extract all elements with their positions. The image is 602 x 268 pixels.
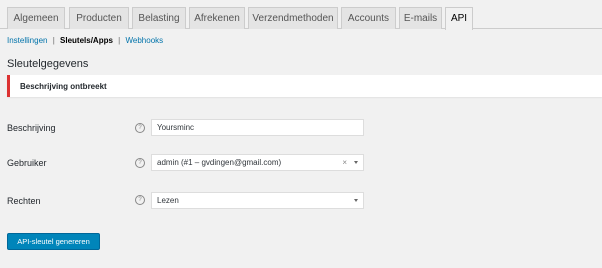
help-icon[interactable]: ? — [135, 158, 145, 168]
error-notice-text: Beschrijving ontbreekt — [20, 82, 107, 91]
tab-products[interactable]: Producten — [69, 7, 129, 29]
subnav-separator: | — [118, 36, 121, 45]
tab-accounts[interactable]: Accounts — [341, 7, 396, 29]
chevron-down-icon — [354, 199, 358, 202]
page-heading: Sleutelgegevens — [7, 58, 89, 70]
tab-api[interactable]: API — [445, 7, 473, 30]
help-icon[interactable]: ? — [135, 195, 145, 205]
tab-tax[interactable]: Belasting — [132, 7, 186, 29]
permissions-select[interactable]: Lezen — [151, 192, 364, 209]
clear-icon[interactable]: × — [342, 155, 347, 170]
subnav-separator: | — [52, 36, 55, 45]
generate-api-key-button[interactable]: API-sleutel genereren — [7, 233, 100, 250]
tab-emails[interactable]: E-mails — [399, 7, 442, 29]
subnav-webhooks-link[interactable]: Webhooks — [125, 36, 163, 45]
subnav-settings-link[interactable]: Instellingen — [7, 36, 47, 45]
user-label: Gebruiker — [7, 158, 47, 168]
subnav-keys-apps[interactable]: Sleutels/Apps — [60, 36, 113, 45]
help-icon[interactable]: ? — [135, 123, 145, 133]
description-input[interactable]: Yoursminc — [151, 119, 364, 136]
error-notice: Beschrijving ontbreekt — [7, 75, 602, 97]
tab-shipping[interactable]: Verzendmethoden — [248, 7, 338, 29]
description-label: Beschrijving — [7, 123, 56, 133]
settings-tab-bar: Algemeen Producten Belasting Afrekenen V… — [0, 0, 602, 30]
chevron-down-icon — [354, 161, 358, 164]
permissions-select-value: Lezen — [157, 196, 179, 205]
user-select[interactable]: admin (#1 – gvdingen@gmail.com) × — [151, 154, 364, 171]
permissions-label: Rechten — [7, 196, 41, 206]
tab-checkout[interactable]: Afrekenen — [189, 7, 245, 29]
user-select-value: admin (#1 – gvdingen@gmail.com) — [157, 158, 282, 167]
api-subnav: Instellingen | Sleutels/Apps | Webhooks — [7, 36, 163, 45]
tab-general[interactable]: Algemeen — [7, 7, 65, 29]
